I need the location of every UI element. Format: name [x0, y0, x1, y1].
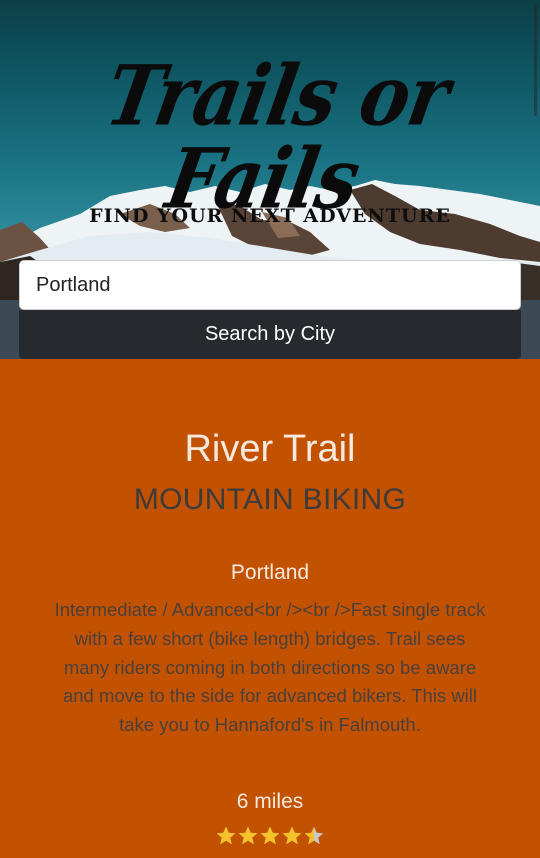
star-icon — [304, 826, 324, 845]
trail-distance: 6 miles — [236, 790, 304, 813]
star-icon — [238, 826, 258, 845]
star-rating — [0, 825, 540, 847]
star-icon — [216, 826, 236, 845]
hero-banner: Trails or Fails FIND YOUR NEXT ADVENTURE… — [0, 0, 540, 359]
trail-result-card: River Trail MOUNTAIN BIKING Portland Int… — [0, 359, 540, 858]
search-by-city-button[interactable]: Search by City — [19, 310, 521, 359]
star-icon — [282, 826, 302, 845]
star-icon — [260, 826, 280, 845]
city-search-input[interactable] — [19, 260, 521, 310]
page-scrollbar[interactable] — [534, 4, 537, 116]
trail-city: Portland — [230, 561, 310, 584]
site-tagline: FIND YOUR NEXT ADVENTURE — [89, 205, 451, 227]
trail-activity-type: MOUNTAIN BIKING — [133, 483, 407, 516]
trail-description: Intermediate / Advanced<br /><br />Fast … — [54, 599, 486, 736]
site-logo-title: Trails or Fails — [99, 48, 456, 228]
trail-name: River Trail — [184, 428, 356, 470]
